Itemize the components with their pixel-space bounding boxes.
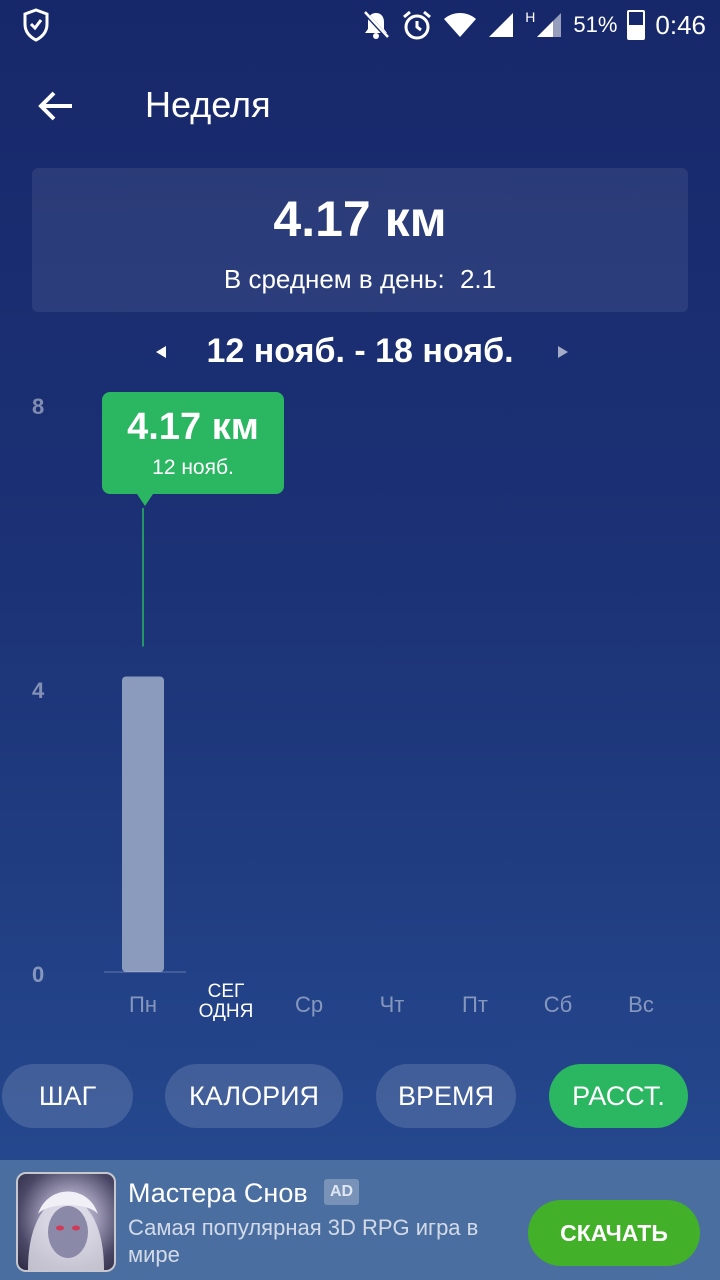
ad-badge: AD (324, 1179, 360, 1205)
status-icons: H 51% 0:46 (361, 6, 706, 44)
ad-game-thumbnail[interactable] (16, 1172, 116, 1272)
status-bar: H 51% 0:46 (0, 0, 720, 50)
daily-average-label: В среднем в день: (223, 264, 445, 294)
wifi-icon (444, 13, 477, 37)
next-week-button[interactable] (548, 338, 576, 366)
daily-average-value: 2.1 (459, 264, 497, 294)
page-title: Неделя (145, 84, 271, 125)
ad-download-button[interactable]: СКАЧАТЬ (528, 1200, 700, 1266)
alarm-icon (403, 10, 432, 40)
network-type-label: H (525, 9, 536, 25)
tab-distance[interactable]: РАССТ. (549, 1064, 688, 1128)
ad-banner[interactable]: Мастера Снов AD Самая популярная 3D RPG … (0, 1160, 720, 1280)
x-tick-label: Чт (379, 992, 405, 1017)
x-tick-label: Пт (462, 992, 488, 1017)
x-tick-label: Ср (294, 992, 324, 1017)
x-tick-label-today-line2: ОДНЯ (198, 1001, 254, 1022)
battery-percent: 51% (573, 12, 618, 37)
tooltip-date: 12 нояб. (152, 456, 234, 479)
x-tick-label: Пн (129, 992, 157, 1017)
x-tick-label-today: СЕГ ОДНЯ (186, 982, 266, 1022)
signal-icon (489, 13, 514, 37)
chart-bar-0[interactable] (122, 676, 164, 972)
total-distance: 4.17 км (273, 191, 447, 247)
arrow-left-icon (38, 91, 72, 121)
shield-icon (23, 8, 49, 42)
bell-off-icon (363, 11, 390, 40)
x-tick-label: Вс (628, 992, 654, 1017)
ad-description[interactable]: Самая популярная 3D RPG игра в мире (128, 1214, 518, 1268)
x-tick-label: Сб (543, 992, 573, 1017)
tooltip-value: 4.17 км (127, 406, 259, 448)
status-time: 0:46 (655, 9, 706, 40)
tab-calories[interactable]: КАЛОРИЯ (165, 1064, 343, 1128)
daily-average-row: В среднем в день: 2.1 (0, 264, 720, 295)
signal-h-icon (537, 13, 562, 37)
back-button[interactable] (34, 84, 78, 128)
chart-tooltip: 4.17 км 12 нояб. (102, 392, 284, 506)
tab-time[interactable]: ВРЕМЯ (376, 1064, 516, 1128)
x-tick-label-today-line1: СЕГ (207, 981, 245, 1002)
ad-title[interactable]: Мастера Снов (128, 1178, 308, 1209)
ad-character-image (28, 1191, 104, 1270)
tab-steps[interactable]: ШАГ (2, 1064, 133, 1128)
date-range: 12 нояб. - 18 нояб. (206, 332, 514, 370)
battery-icon (627, 10, 646, 40)
